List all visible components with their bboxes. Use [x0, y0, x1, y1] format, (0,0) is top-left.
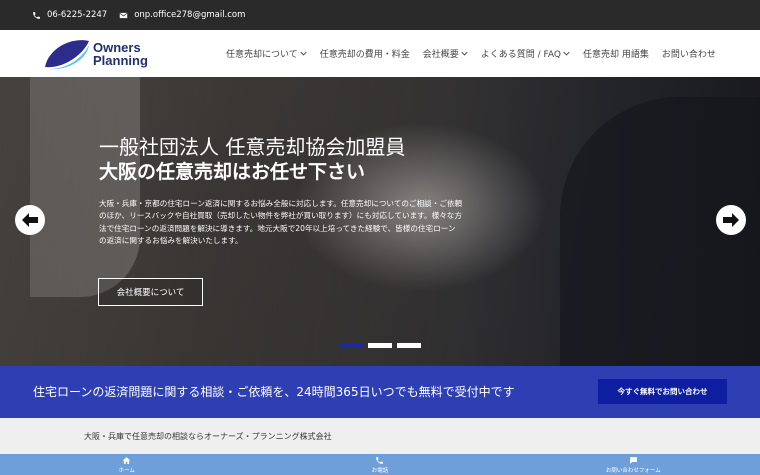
- hero-title-line-2: 大阪の任意売却はお任せ下さい: [99, 161, 366, 183]
- bottom-nav-label: お電話: [371, 467, 389, 474]
- nav-item-contact[interactable]: お問い合わせ: [662, 47, 716, 60]
- nav-item-fees[interactable]: 任意売却の費用・料金: [320, 47, 410, 60]
- nav-item-faq[interactable]: よくある質問 / FAQ: [481, 47, 570, 60]
- logo-line-1: Owners: [93, 39, 141, 55]
- bottom-nav-label: お問い合わせフォーム: [605, 467, 661, 474]
- main-nav: 任意売却について 任意売却の費用・料金 会社概要 よくある質問 / FAQ 任意…: [226, 30, 729, 77]
- logo-mark-icon: [45, 39, 89, 69]
- company-tagline: 大阪・兵庫で任意売却の相談ならオーナーズ・プランニング株式会社: [84, 432, 332, 441]
- nav-label: よくある質問 / FAQ: [480, 50, 561, 60]
- bottom-nav-home[interactable]: ホーム: [0, 454, 253, 475]
- slider-dot-2[interactable]: [368, 343, 392, 348]
- slider-dot-3[interactable]: [397, 343, 421, 348]
- chevron-down-icon: [300, 51, 307, 56]
- hero-slider: 一般社団法人 任意売却協会加盟員 大阪の任意売却はお任せ下さい 大阪・兵庫・京都…: [0, 77, 760, 366]
- slider-dot-1[interactable]: [339, 343, 363, 348]
- email-address: onp.office278@gmail.com: [134, 10, 246, 20]
- top-contact-bar: 06-6225-2247 onp.office278@gmail.com: [0, 0, 760, 30]
- nav-label: お問い合わせ: [661, 50, 716, 60]
- slider-prev-button[interactable]: [15, 205, 45, 235]
- slider-next-button[interactable]: [716, 205, 746, 235]
- consultation-cta-band: 住宅ローンの返済問題に関する相談・ご依頼を、24時間365日いつでも無料で受付中…: [0, 366, 760, 418]
- company-tagline-strip: 大阪・兵庫で任意売却の相談ならオーナーズ・プランニング株式会社: [0, 418, 760, 454]
- bottom-nav-phone[interactable]: お電話: [253, 454, 506, 475]
- phone-icon: [33, 11, 40, 19]
- home-icon: [122, 456, 131, 464]
- phone-contact[interactable]: 06-6225-2247: [32, 10, 107, 20]
- site-logo[interactable]: Owners Planning: [43, 35, 158, 72]
- mobile-bottom-nav: ホーム お電話 お問い合わせフォーム: [0, 454, 760, 475]
- nav-item-about-sale[interactable]: 任意売却について: [226, 47, 307, 60]
- slider-pagination: [339, 343, 426, 348]
- hero-title-line-1: 一般社団法人 任意売却協会加盟員: [99, 135, 406, 159]
- free-inquiry-button[interactable]: 今すぐ無料でお問い合わせ: [598, 379, 727, 404]
- logo-line-2: Planning: [93, 52, 148, 68]
- cta-message: 住宅ローンの返済問題に関する相談・ご依頼を、24時間365日いつでも無料で受付中…: [33, 385, 515, 399]
- phone-icon: [376, 456, 384, 464]
- phone-number: 06-6225-2247: [47, 10, 108, 20]
- nav-label: 任意売却について: [226, 50, 298, 60]
- nav-item-company[interactable]: 会社概要: [423, 47, 468, 60]
- arrow-right-icon: [723, 213, 739, 227]
- nav-label: 会社概要: [422, 50, 459, 60]
- bottom-nav-contact-form[interactable]: お問い合わせフォーム: [507, 454, 760, 475]
- company-overview-button[interactable]: 会社概要について: [98, 278, 203, 306]
- hero-description: 大阪・兵庫・京都の住宅ローン返済に関するお悩み全般に対応します。任意売却について…: [99, 199, 463, 245]
- site-header: Owners Planning 任意売却について 任意売却の費用・料金 会社概要…: [0, 30, 760, 77]
- nav-item-glossary[interactable]: 任意売却 用語集: [583, 47, 649, 60]
- envelope-icon: [119, 12, 128, 18]
- nav-label: 任意売却 用語集: [582, 50, 649, 60]
- chat-icon: [629, 456, 637, 464]
- chevron-down-icon: [461, 51, 468, 56]
- email-contact[interactable]: onp.office278@gmail.com: [119, 10, 245, 20]
- bottom-nav-label: ホーム: [118, 467, 135, 474]
- chevron-down-icon: [563, 51, 570, 56]
- arrow-left-icon: [22, 213, 38, 227]
- nav-label: 任意売却の費用・料金: [319, 50, 410, 60]
